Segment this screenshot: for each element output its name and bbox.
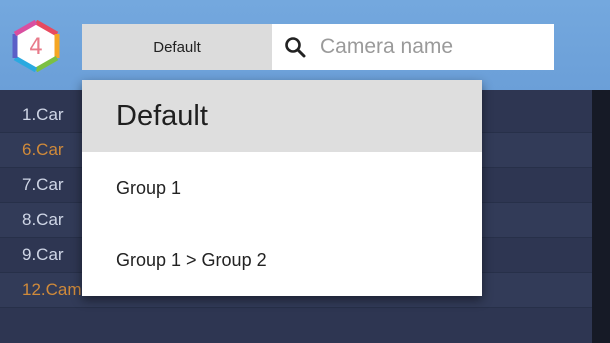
camera-label: 7.Car (22, 175, 64, 194)
camera-label: 8.Car (22, 210, 64, 229)
top-bar: 4 Default (0, 0, 610, 90)
app-logo[interactable]: 4 (10, 20, 62, 72)
camera-label: 6.Car (22, 140, 64, 159)
logo-number: 4 (29, 35, 43, 60)
scrollbar-track[interactable] (592, 90, 610, 343)
dropdown-option-group-1[interactable]: Group 1 (82, 152, 482, 224)
dropdown-option-default[interactable]: Default (82, 80, 482, 152)
camera-label: 9.Car (22, 245, 64, 264)
search-icon[interactable] (284, 36, 306, 58)
hexagon-number-logo-icon: 4 (12, 20, 60, 72)
search-box (272, 24, 554, 70)
dropdown-option-label: Default (116, 99, 208, 132)
dropdown-option-label: Group 1 (116, 177, 182, 198)
group-select-label: Default (153, 38, 201, 56)
camera-label: 1.Car (22, 105, 64, 124)
dropdown-option-group-1-group-2[interactable]: Group 1 > Group 2 (82, 224, 482, 296)
search-input[interactable] (320, 35, 530, 59)
group-dropdown-menu: Default Group 1 Group 1 > Group 2 (82, 80, 482, 296)
dropdown-option-label: Group 1 > Group 2 (116, 249, 267, 270)
group-select-button[interactable]: Default (82, 24, 272, 70)
